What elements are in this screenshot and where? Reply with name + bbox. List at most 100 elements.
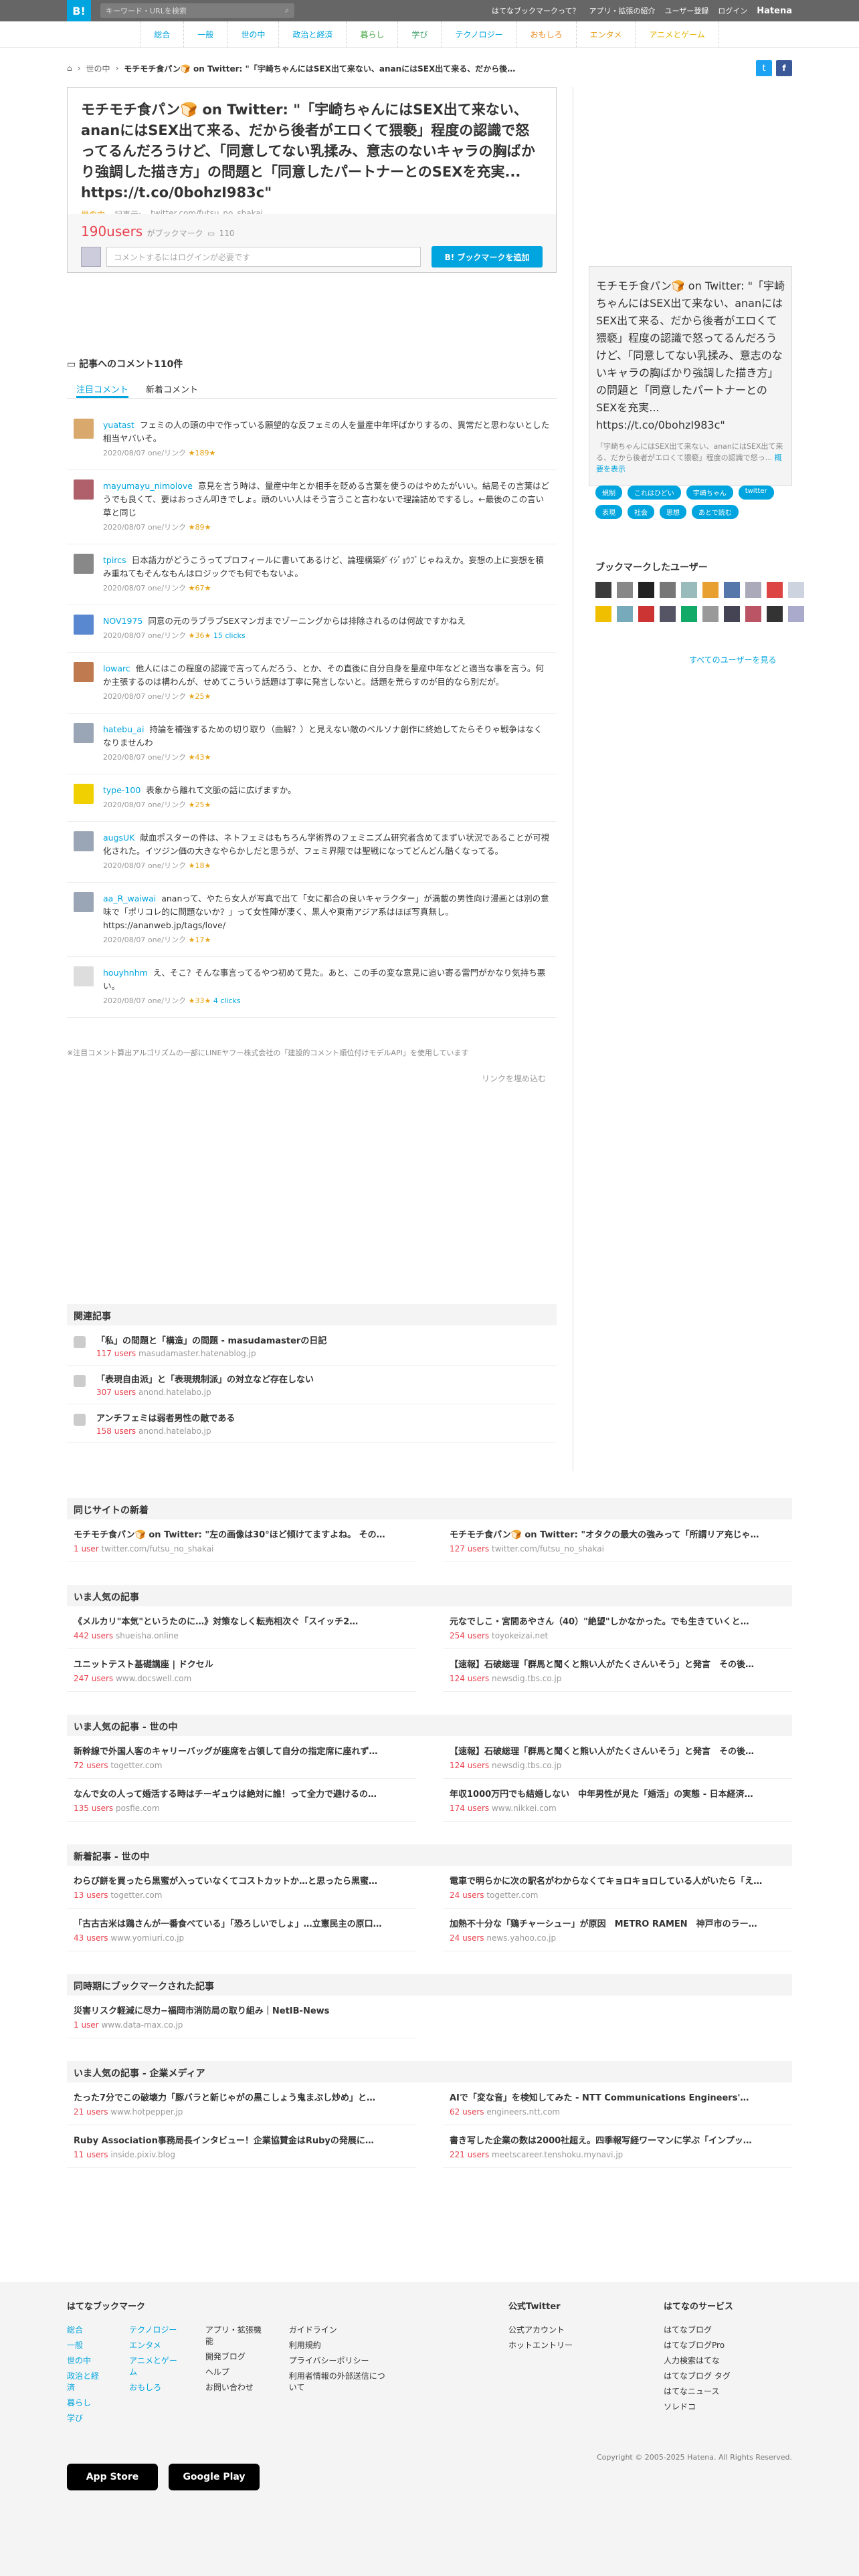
article-item[interactable]: 【速報】石破総理「群馬と聞くと熊い人がたくさんいそう」と発言 その後… 124 u… <box>443 1649 792 1692</box>
article-item[interactable]: AIで「変な音」を検知してみた - NTT Communications Eng… <box>443 2082 792 2125</box>
avatar[interactable] <box>702 582 719 598</box>
article-title[interactable]: ユニットテスト基礎講座 | ドクセル <box>74 1657 409 1670</box>
comment-link[interactable]: one/リンク <box>148 861 186 870</box>
avatar[interactable] <box>617 582 633 598</box>
users-count[interactable]: 24 users <box>450 1933 484 1943</box>
users-count[interactable]: 247 users <box>74 1674 113 1683</box>
hatena-bookmark-logo[interactable]: B! <box>67 0 91 21</box>
article-title[interactable]: たった7分でこの破壊力「豚バラと新じゃがの黒こしょう鬼まぶし炒め」と… <box>74 2090 409 2103</box>
footer-link[interactable]: エンタメ <box>129 2339 179 2351</box>
comment-link[interactable]: one/リンク <box>148 631 186 640</box>
avatar[interactable] <box>74 723 94 743</box>
add-bookmark-button[interactable]: B! ブックマークを追加 <box>432 246 543 267</box>
avatar[interactable] <box>745 582 761 598</box>
article-title[interactable]: モチモチ食パン🍞 on Twitter: "オタクの最大の強みって「所謂リア充じ… <box>450 1527 785 1540</box>
footer-link[interactable]: 一般 <box>67 2339 102 2351</box>
article-item[interactable]: 加熱不十分な「鶏チャーシュー」が原因 METRO RAMEN 神戸市のラー… 24… <box>443 1909 792 1951</box>
avatar[interactable] <box>724 582 740 598</box>
footer-link[interactable]: はてなブログPro <box>664 2339 792 2351</box>
avatar[interactable] <box>74 554 94 574</box>
comment-link[interactable]: one/リンク <box>148 753 186 762</box>
avatar[interactable] <box>660 582 676 598</box>
article-item[interactable]: なんで女の人って婚活する時はチーギュウは絶対に誰！って全力で避けるの… 135 u… <box>67 1779 416 1822</box>
avatar[interactable] <box>660 606 676 622</box>
footer-link[interactable]: アプリ・拡張機能 <box>205 2324 262 2347</box>
comment-link[interactable]: one/リンク <box>148 800 186 809</box>
users-count[interactable]: 124 users <box>450 1761 489 1770</box>
article-item[interactable]: たった7分でこの破壊力「豚バラと新じゃがの黒こしょう鬼まぶし炒め」と… 21 us… <box>67 2082 416 2125</box>
tag[interactable]: 社会 <box>628 505 654 519</box>
tag[interactable]: あとで読む <box>692 505 739 519</box>
footer-link[interactable]: 利用者情報の外部送信について <box>289 2370 388 2393</box>
footer-link[interactable]: 暮らし <box>67 2397 102 2408</box>
users-count[interactable]: 127 users <box>450 1544 489 1553</box>
avatar[interactable] <box>788 582 804 598</box>
star-count[interactable]: ★89★ <box>189 523 211 532</box>
article-title[interactable]: 加熱不十分な「鶏チャーシュー」が原因 METRO RAMEN 神戸市のラー… <box>450 1917 785 1929</box>
article-title[interactable]: Ruby Association事務局長インタビュー！企業協賛金はRubyの発展… <box>74 2133 409 2146</box>
footer-link[interactable]: 開発ブログ <box>205 2351 262 2362</box>
comment-link[interactable]: one/リンク <box>148 584 186 593</box>
article-title[interactable]: 災害リスク軽減に尽力−福岡市消防局の取り組み｜NetIB-News <box>74 2004 409 2016</box>
comment-date[interactable]: 2020/08/07 <box>103 449 145 457</box>
avatar[interactable] <box>638 606 654 622</box>
users-count[interactable]: 307 users <box>96 1388 136 1397</box>
article-item[interactable]: モチモチ食パン🍞 on Twitter: "オタクの最大の強みって「所謂リア充じ… <box>443 1519 792 1562</box>
footer-link[interactable]: おもしろ <box>129 2381 179 2393</box>
footer-link[interactable]: プライバシーポリシー <box>289 2355 388 2366</box>
embed-link[interactable]: リンクを埋め込む <box>482 1073 546 1084</box>
footer-link[interactable]: 学び <box>67 2412 102 2424</box>
nav-item-7[interactable]: おもしろ <box>517 21 577 48</box>
avatar[interactable] <box>74 419 94 439</box>
comment-link[interactable]: one/リンク <box>148 523 186 532</box>
avatar[interactable] <box>74 479 94 500</box>
article-item[interactable]: 災害リスク軽減に尽力−福岡市消防局の取り組み｜NetIB-News 1 user … <box>67 1996 416 2038</box>
article-item[interactable]: 【速報】石破総理「群馬と聞くと熊い人がたくさんいそう」と発言 その後… 124 u… <box>443 1736 792 1779</box>
about-link[interactable]: はてなブックマークって？ <box>492 5 579 16</box>
avatar[interactable] <box>74 892 94 912</box>
nav-item-2[interactable]: 世の中 <box>227 21 280 48</box>
comment-user[interactable]: NOV1975 <box>103 616 142 626</box>
related-item[interactable]: アンチフェミは弱者男性の敵である 158 users anond.hatelabo… <box>67 1404 557 1443</box>
avatar[interactable] <box>74 784 94 804</box>
article-item[interactable]: 《メルカリ"本気"というたのに…》対策なしく転売相次ぐ「スイッチ2… 442 us… <box>67 1606 416 1649</box>
tag[interactable]: 表現 <box>595 505 622 519</box>
app-store-badge[interactable]: App Store <box>67 2464 158 2490</box>
article-item[interactable]: ユニットテスト基礎講座 | ドクセル 247 users www.docswell… <box>67 1649 416 1692</box>
facebook-share-icon[interactable]: f <box>776 60 792 76</box>
apps-link[interactable]: アプリ・拡張の紹介 <box>589 5 656 16</box>
entry-title[interactable]: モチモチ食パン🍞 on Twitter: "「宇崎ちゃんにはSEX出て来ない、a… <box>81 102 535 201</box>
comment-link[interactable]: one/リンク <box>148 996 186 1005</box>
footer-link[interactable]: お問い合わせ <box>205 2381 262 2393</box>
users-count[interactable]: 11 users <box>74 2150 108 2159</box>
footer-link[interactable]: ホットエントリー <box>508 2339 637 2351</box>
nav-item-5[interactable]: 学び <box>398 21 442 48</box>
comment-date[interactable]: 2020/08/07 <box>103 861 145 870</box>
related-title[interactable]: 「私」の問題と「構造」の問題 - masudamasterの日記 <box>96 1333 326 1346</box>
tag[interactable]: これはひどい <box>628 486 681 500</box>
article-title[interactable]: 電車で明らかに次の駅名がわからなくてキョロキョロしている人がいたら「え… <box>450 1874 785 1887</box>
article-item[interactable]: 電車で明らかに次の駅名がわからなくてキョロキョロしている人がいたら「え… 24 u… <box>443 1866 792 1909</box>
article-item[interactable]: 書き写した企業の数は2000社超え。四季報写経ワーマンに学ぶ「インプッ… 221 … <box>443 2125 792 2168</box>
comment-date[interactable]: 2020/08/07 <box>103 996 145 1005</box>
article-title[interactable]: 書き写した企業の数は2000社超え。四季報写経ワーマンに学ぶ「インプッ… <box>450 2133 785 2146</box>
avatar[interactable] <box>595 582 611 598</box>
home-icon[interactable]: ⌂ <box>67 64 72 73</box>
users-count[interactable]: 1 user <box>74 2020 99 2030</box>
avatar[interactable] <box>767 606 783 622</box>
star-count[interactable]: ★17★ <box>189 936 211 944</box>
nav-item-1[interactable]: 一般 <box>184 21 228 48</box>
comment-link[interactable]: one/リンク <box>148 936 186 944</box>
avatar[interactable] <box>702 606 719 622</box>
avatar[interactable] <box>74 831 94 851</box>
comment-user[interactable]: lowarc <box>103 663 130 673</box>
users-count[interactable]: 21 users <box>74 2107 108 2117</box>
search-icon[interactable]: ⌕ <box>285 6 289 15</box>
avatar[interactable] <box>788 606 804 622</box>
star-count[interactable]: ★25★ <box>189 800 211 809</box>
users-count[interactable]: 190users <box>81 223 142 239</box>
comment-date[interactable]: 2020/08/07 <box>103 692 145 701</box>
footer-link[interactable]: はてなブログ <box>664 2324 792 2335</box>
comment-user[interactable]: yuatast <box>103 420 134 430</box>
article-title[interactable]: 【速報】石破総理「群馬と聞くと熊い人がたくさんいそう」と発言 その後… <box>450 1657 785 1670</box>
